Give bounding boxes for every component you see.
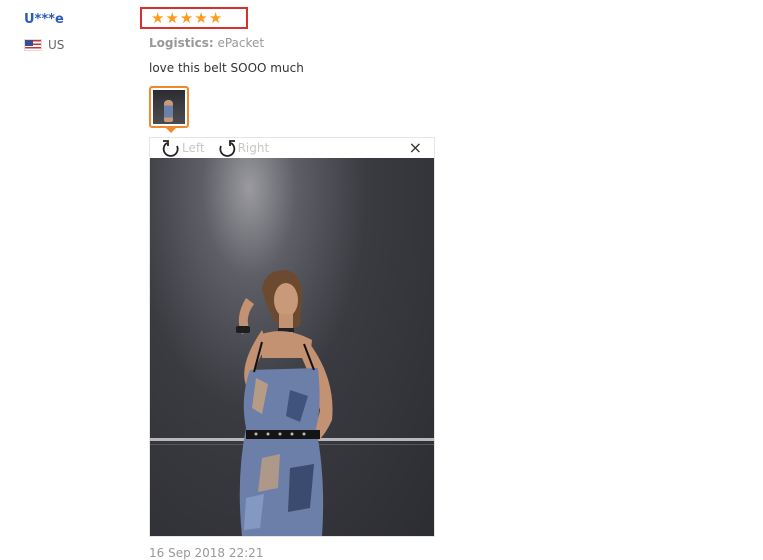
rotate-right-icon: [219, 140, 235, 157]
rotate-left-button[interactable]: Left: [161, 138, 205, 158]
rotate-right-button[interactable]: Right: [217, 138, 270, 158]
thumbnail-selected-indicator: [165, 127, 177, 133]
star-icon: ★: [208, 8, 223, 27]
logistics-label: Logistics:: [149, 36, 214, 50]
star-icon: ★: [165, 8, 179, 27]
thumbnail-image: [153, 90, 185, 124]
star-rating: ★ ★ ★ ★ ★: [140, 7, 248, 29]
reviewer-name[interactable]: U***e: [24, 12, 64, 27]
star-icon: ★: [194, 8, 208, 27]
rotate-left-label: Left: [182, 141, 205, 155]
star-icon: ★: [179, 8, 194, 27]
review-date: 16 Sep 2018 22:21: [149, 546, 264, 560]
us-flag-icon: [24, 39, 42, 51]
viewer-toolbar: Left Right ×: [150, 138, 434, 158]
photo-viewer: Left Right ×: [149, 137, 435, 537]
close-icon[interactable]: ×: [409, 140, 422, 156]
star-icon: ★: [151, 8, 165, 27]
review-page: U***e US ★ ★ ★ ★ ★ Logistics: ePacket lo…: [0, 0, 763, 560]
rotate-left-icon: [162, 140, 179, 157]
country-code: US: [48, 38, 65, 52]
review-photo-illustration: [150, 270, 434, 536]
logistics-value: ePacket: [217, 36, 265, 50]
rotate-right-label: Right: [237, 141, 270, 155]
review-text: love this belt SOOO much: [149, 61, 304, 75]
reviewer-country: US: [24, 38, 64, 52]
logistics-info: Logistics: ePacket: [149, 36, 264, 50]
review-photo: [150, 158, 434, 536]
review-photo-thumbnail[interactable]: [149, 86, 189, 128]
